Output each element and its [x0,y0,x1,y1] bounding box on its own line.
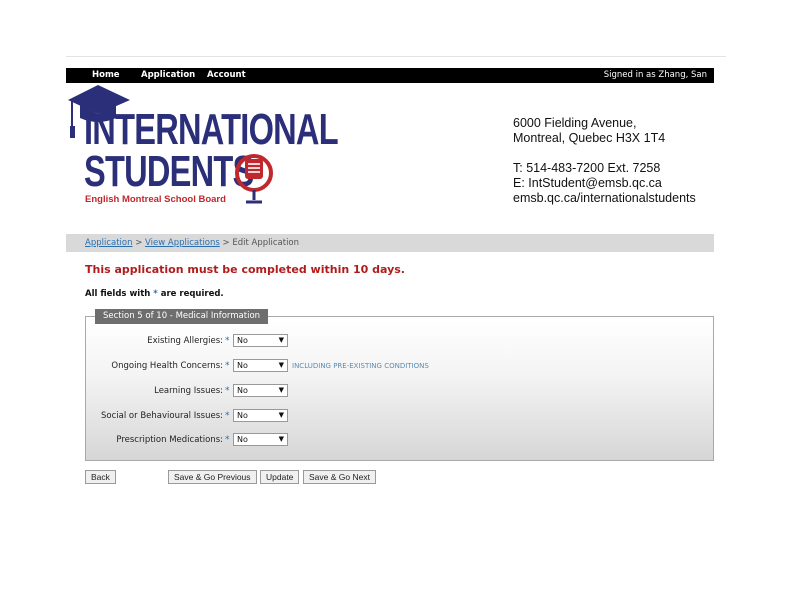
address-line-1: 6000 Fielding Avenue, [513,116,637,130]
address-line-2: Montreal, Quebec H3X 1T4 [513,131,666,145]
top-divider [66,56,726,57]
required-star: * [153,289,158,299]
logo-text-students: STUDENTS [84,147,254,196]
field-label: Existing Allergies: [147,336,223,346]
field-row-prescription-medications: Prescription Medications: * No ▼ [85,433,714,447]
signed-in-status: Signed in as Zhang, San [603,70,707,80]
breadcrumb: Application > View Applications > Edit A… [66,234,714,252]
dropdown-arrow-icon: ▼ [278,386,284,394]
breadcrumb-separator: > [135,238,143,248]
health-concerns-select[interactable]: No ▼ [233,359,288,372]
field-row-health-concerns: Ongoing Health Concerns: * No ▼ INCLUDING… [85,359,714,373]
nav-home[interactable]: Home [92,68,120,83]
behavioural-issues-select[interactable]: No ▼ [233,409,288,422]
required-star: * [225,361,230,371]
required-star: * [225,386,230,396]
field-label: Learning Issues: [154,386,223,396]
phone-number: T: 514-483-7200 Ext. 7258 [513,161,661,175]
section-legend: Section 5 of 10 - Medical Information [95,309,269,324]
required-star: * [225,411,230,421]
top-navbar: Home Application Account Signed in as Zh… [66,68,714,83]
site-logo[interactable]: INTERNATIONAL STUDENTS English Montreal … [66,84,339,208]
deadline-warning: This application must be completed withi… [85,263,405,276]
required-fields-note: All fields with * are required. [85,289,224,299]
dropdown-arrow-icon: ▼ [278,361,284,369]
website-address: emsb.qc.ca/internationalstudents [513,191,696,205]
learning-issues-select[interactable]: No ▼ [233,384,288,397]
required-star: * [225,336,230,346]
breadcrumb-separator: > [222,238,230,248]
nav-application[interactable]: Application [141,68,195,83]
field-row-behavioural-issues: Social or Behavioural Issues: * No ▼ [85,409,714,423]
field-label: Social or Behavioural Issues: [101,411,223,421]
save-go-next-button[interactable]: Save & Go Next [303,470,376,484]
breadcrumb-view-applications-link[interactable]: View Applications [145,238,220,248]
save-go-previous-button[interactable]: Save & Go Previous [168,470,257,484]
microphone-icon [235,154,273,204]
prescription-medications-select[interactable]: No ▼ [233,433,288,446]
field-label: Prescription Medications: [116,435,223,445]
dropdown-arrow-icon: ▼ [278,336,284,344]
field-hint: INCLUDING PRE-EXISTING CONDITIONS [292,362,429,370]
required-star: * [225,435,230,445]
back-button[interactable]: Back [85,470,116,484]
field-row-allergies: Existing Allergies: * No ▼ [85,334,714,348]
field-row-learning-issues: Learning Issues: * No ▼ [85,384,714,398]
logo-subtitle: English Montreal School Board [85,194,226,205]
nav-account[interactable]: Account [207,68,246,83]
dropdown-arrow-icon: ▼ [278,435,284,443]
allergies-select[interactable]: No ▼ [233,334,288,347]
breadcrumb-application-link[interactable]: Application [85,238,133,248]
logo-text-international: INTERNATIONAL [84,105,339,154]
update-button[interactable]: Update [260,470,300,484]
dropdown-arrow-icon: ▼ [278,411,284,419]
breadcrumb-current: Edit Application [232,238,300,248]
field-label: Ongoing Health Concerns: [111,361,223,371]
email-address: E: IntStudent@emsb.qc.ca [513,176,662,190]
contact-info: 6000 Fielding Avenue, Montreal, Quebec H… [513,116,696,206]
